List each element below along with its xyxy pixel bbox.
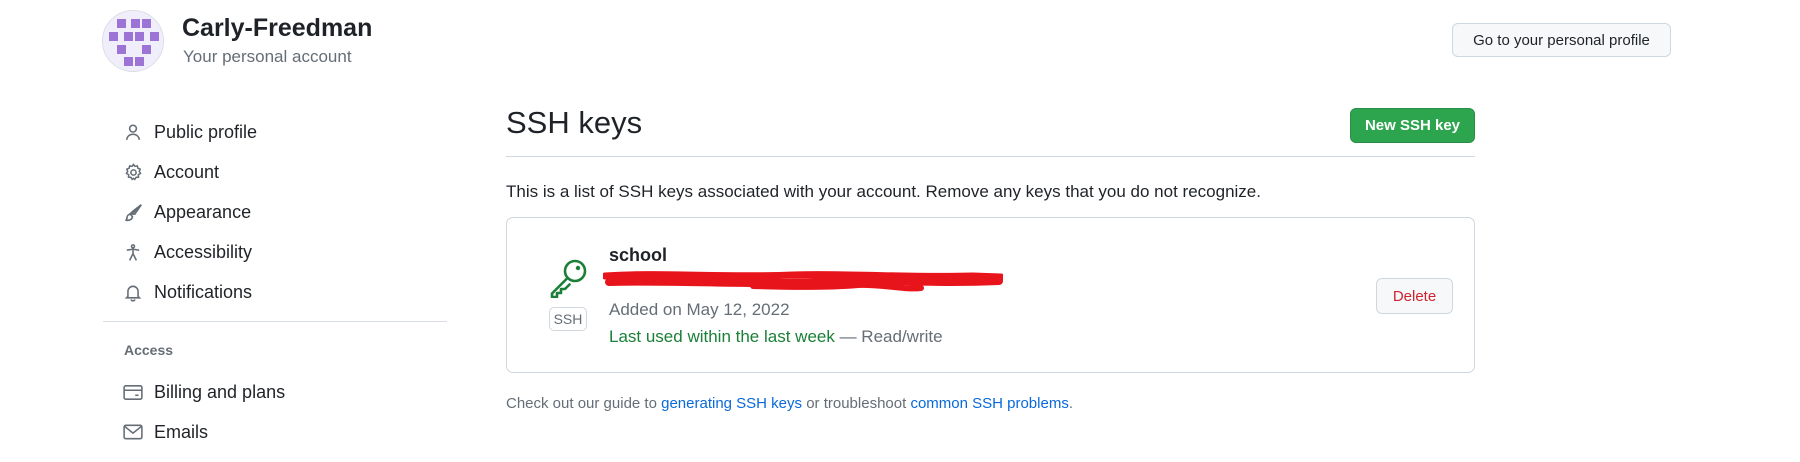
sidebar-item-public-profile[interactable]: Public profile [103, 112, 447, 152]
sidebar-item-label: Billing and plans [154, 381, 286, 402]
delete-key-button[interactable]: Delete [1376, 278, 1453, 314]
identicon-icon [103, 11, 163, 71]
settings-page: Carly-Freedman Your personal account Go … [0, 0, 1800, 462]
gear-icon [123, 162, 143, 182]
sidebar-divider [103, 321, 447, 322]
page-title: SSH keys [506, 105, 643, 140]
common-ssh-problems-link[interactable]: common SSH problems [910, 395, 1068, 412]
help-text-middle: or troubleshoot [802, 395, 911, 412]
ssh-keys-description: This is a list of SSH keys associated wi… [506, 182, 1261, 201]
help-text-suffix: . [1068, 395, 1073, 412]
title-divider [506, 156, 1475, 157]
accessibility-icon [123, 242, 143, 262]
access-level-text: — Read/write [834, 327, 943, 346]
sidebar-item-label: Account [154, 161, 220, 182]
ssh-badge: SSH [549, 307, 587, 331]
sidebar-item-notifications[interactable]: Notifications [103, 272, 447, 312]
person-icon [123, 122, 143, 142]
redacted-fingerprint-mark [601, 268, 1005, 303]
avatar[interactable] [102, 10, 164, 72]
sidebar-item-appearance[interactable]: Appearance [103, 192, 447, 232]
help-text-prefix: Check out our guide to [506, 395, 662, 412]
access-sidebar: Billing and plans Emails [103, 372, 447, 452]
sidebar-item-emails[interactable]: Emails [103, 412, 447, 452]
account-subtitle: Your personal account [183, 47, 352, 66]
paintbrush-icon [123, 202, 143, 222]
sidebar-section-title: Access [124, 342, 174, 358]
ssh-key-title: school [609, 245, 668, 265]
credit-card-icon [123, 382, 143, 402]
generating-ssh-keys-link[interactable]: generating SSH keys [661, 395, 802, 412]
sidebar-item-accessibility[interactable]: Accessibility [103, 232, 447, 272]
last-used-text: Last used within the last week [609, 327, 835, 346]
ssh-help-note: Check out our guide to generating SSH ke… [506, 395, 1073, 412]
mail-icon [123, 422, 143, 442]
key-last-used: Last used within the last week — Read/wr… [609, 327, 943, 347]
settings-sidebar: Public profile Account Appearance Access… [103, 112, 447, 312]
sidebar-item-label: Public profile [154, 121, 258, 142]
key-icon [548, 256, 590, 303]
sidebar-item-label: Emails [154, 421, 209, 442]
sidebar-item-account[interactable]: Account [103, 152, 447, 192]
sidebar-item-label: Appearance [154, 201, 252, 222]
account-name[interactable]: Carly-Freedman [182, 14, 372, 43]
ssh-key-list: SSH school Added on May 12, 2022 Last us… [506, 217, 1475, 373]
key-added-date: Added on May 12, 2022 [609, 300, 790, 319]
sidebar-item-billing[interactable]: Billing and plans [103, 372, 447, 412]
bell-icon [123, 282, 143, 302]
sidebar-item-label: Notifications [154, 281, 253, 302]
new-ssh-key-button[interactable]: New SSH key [1350, 108, 1475, 143]
go-to-profile-button[interactable]: Go to your personal profile [1452, 23, 1671, 57]
sidebar-item-label: Accessibility [154, 241, 253, 262]
